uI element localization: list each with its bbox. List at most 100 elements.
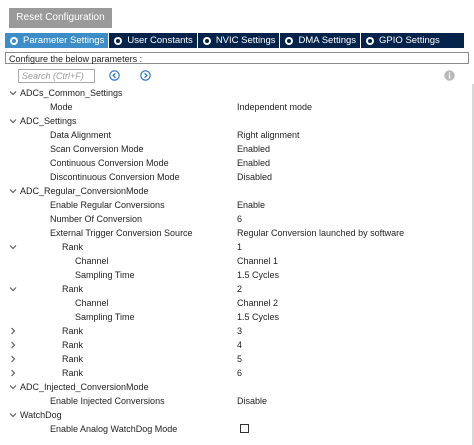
tab-label: GPIO Settings bbox=[379, 35, 440, 46]
param-label: Enable Analog WatchDog Mode bbox=[50, 424, 178, 434]
group-label: WatchDog bbox=[20, 410, 62, 420]
tab-gpio-settings[interactable]: GPIO Settings bbox=[360, 33, 444, 48]
param-label: Rank bbox=[62, 340, 84, 350]
tree-param-row[interactable]: Continuous Conversion Mode Enabled bbox=[0, 156, 474, 170]
tree-group-row[interactable]: ADC_Injected_ConversionMode bbox=[0, 380, 474, 394]
tree-param-row[interactable]: Discontinuous Conversion Mode Disabled bbox=[0, 170, 474, 184]
chevron-right-icon[interactable] bbox=[9, 369, 17, 377]
tree-param-row[interactable]: Data Alignment Right alignment bbox=[0, 128, 474, 142]
tab-user-constants[interactable]: User Constants bbox=[108, 33, 196, 48]
tree-group-row[interactable]: WatchDog bbox=[0, 408, 474, 422]
param-value[interactable]: Channel 1 bbox=[237, 254, 278, 268]
tree-group-row[interactable]: Rank 2 bbox=[0, 282, 474, 296]
tab-dma-settings[interactable]: DMA Settings bbox=[279, 33, 360, 48]
chevron-right-icon[interactable] bbox=[9, 327, 17, 335]
param-value[interactable]: Enable bbox=[237, 198, 265, 212]
param-value[interactable]: Enabled bbox=[237, 156, 270, 170]
tree-group-row[interactable]: ADC_Regular_ConversionMode bbox=[0, 184, 474, 198]
chevron-down-icon[interactable] bbox=[9, 285, 17, 293]
tab-dot-icon bbox=[10, 36, 18, 45]
tab-label: NVIC Settings bbox=[215, 35, 276, 46]
param-value[interactable]: Enabled bbox=[237, 142, 270, 156]
param-value[interactable]: Independent mode bbox=[237, 100, 312, 114]
param-value[interactable]: 6 bbox=[237, 212, 242, 226]
tree-param-row[interactable]: Enable Analog WatchDog Mode bbox=[0, 422, 474, 436]
tree-group-row[interactable]: ADC_Settings bbox=[0, 114, 474, 128]
tab-nvic-settings[interactable]: NVIC Settings bbox=[196, 33, 280, 48]
chevron-right-icon[interactable] bbox=[9, 341, 17, 349]
tree-param-row[interactable]: Sampling Time 1.5 Cycles bbox=[0, 310, 474, 324]
chevron-down-icon[interactable] bbox=[9, 117, 17, 125]
tab-dot-icon bbox=[366, 36, 375, 45]
param-label: Continuous Conversion Mode bbox=[50, 158, 169, 168]
tree-group-row[interactable]: Rank 6 bbox=[0, 366, 474, 380]
tree-group-row[interactable]: Rank 5 bbox=[0, 352, 474, 366]
param-label: Sampling Time bbox=[75, 270, 135, 280]
param-value[interactable]: 1 bbox=[237, 240, 242, 254]
reset-configuration-button[interactable]: Reset Configuration bbox=[9, 8, 112, 28]
tab-dot-icon bbox=[202, 36, 211, 45]
param-value[interactable]: 3 bbox=[237, 324, 242, 338]
param-label: Rank bbox=[62, 368, 84, 378]
param-value[interactable]: Channel 2 bbox=[237, 296, 278, 310]
tree-param-row[interactable]: Scan Conversion Mode Enabled bbox=[0, 142, 474, 156]
tab-dot-icon bbox=[285, 36, 294, 45]
search-input[interactable] bbox=[18, 69, 95, 83]
group-label: ADCs_Common_Settings bbox=[20, 88, 123, 98]
param-value[interactable]: 5 bbox=[237, 352, 242, 366]
tree-group-row[interactable]: ADCs_Common_Settings bbox=[0, 86, 474, 100]
chevron-down-icon[interactable] bbox=[9, 243, 17, 251]
param-label: Rank bbox=[62, 242, 84, 252]
param-label: Enable Regular Conversions bbox=[50, 200, 165, 210]
param-value[interactable]: 6 bbox=[237, 366, 242, 380]
tab-label: User Constants bbox=[127, 35, 193, 46]
tab-parameter-settings[interactable]: Parameter Settings bbox=[5, 33, 109, 48]
tree-param-row[interactable]: Enable Injected Conversions Disable bbox=[0, 394, 474, 408]
tree-param-row[interactable]: Sampling Time 1.5 Cycles bbox=[0, 268, 474, 282]
tree-group-row[interactable]: Rank 3 bbox=[0, 324, 474, 338]
group-label: ADC_Settings bbox=[20, 116, 77, 126]
param-label: Channel bbox=[75, 256, 109, 266]
tree-group-row[interactable]: Rank 1 bbox=[0, 240, 474, 254]
chevron-down-icon[interactable] bbox=[9, 89, 17, 97]
analog-watchdog-checkbox[interactable] bbox=[240, 424, 249, 433]
tree-group-row[interactable]: Rank 4 bbox=[0, 338, 474, 352]
info-icon bbox=[444, 70, 455, 81]
param-label: Rank bbox=[62, 284, 84, 294]
tree-param-row[interactable]: Number Of Conversion 6 bbox=[0, 212, 474, 226]
param-value[interactable]: Regular Conversion launched by software bbox=[237, 226, 404, 240]
param-value[interactable]: 2 bbox=[237, 282, 242, 296]
param-label: Channel bbox=[75, 298, 109, 308]
tree-param-row[interactable]: External Trigger Conversion Source Regula… bbox=[0, 226, 474, 240]
tab-label: Parameter Settings bbox=[23, 35, 105, 46]
param-label: Discontinuous Conversion Mode bbox=[50, 172, 180, 182]
param-value[interactable]: Disabled bbox=[237, 170, 272, 184]
settings-tab-bar: Parameter Settings User Constants NVIC S… bbox=[5, 33, 464, 48]
param-value[interactable]: Right alignment bbox=[237, 128, 300, 142]
group-label: ADC_Injected_ConversionMode bbox=[20, 382, 149, 392]
tree-param-row[interactable]: Channel Channel 1 bbox=[0, 254, 474, 268]
circle-chevron-right-icon[interactable] bbox=[140, 70, 151, 81]
group-label: ADC_Regular_ConversionMode bbox=[20, 186, 149, 196]
tree-param-row[interactable]: Channel Channel 2 bbox=[0, 296, 474, 310]
param-label: Number Of Conversion bbox=[50, 214, 143, 224]
tree-param-row[interactable]: Mode Independent mode bbox=[0, 100, 474, 114]
param-label: Scan Conversion Mode bbox=[50, 144, 144, 154]
param-label: Rank bbox=[62, 326, 84, 336]
param-value[interactable]: 1.5 Cycles bbox=[237, 268, 279, 282]
tab-dot-icon bbox=[114, 36, 123, 45]
param-value[interactable]: Disable bbox=[237, 394, 267, 408]
chevron-right-icon[interactable] bbox=[9, 355, 17, 363]
chevron-down-icon[interactable] bbox=[9, 187, 17, 195]
param-label: Enable Injected Conversions bbox=[50, 396, 165, 406]
chevron-down-icon[interactable] bbox=[9, 411, 17, 419]
param-label: Sampling Time bbox=[75, 312, 135, 322]
param-label: External Trigger Conversion Source bbox=[50, 228, 193, 238]
tree-param-row[interactable]: Enable Regular Conversions Enable bbox=[0, 198, 474, 212]
circle-chevron-left-icon[interactable] bbox=[109, 70, 120, 81]
tab-label: DMA Settings bbox=[298, 35, 357, 46]
param-label: Mode bbox=[50, 102, 73, 112]
chevron-down-icon[interactable] bbox=[9, 383, 17, 391]
param-value[interactable]: 1.5 Cycles bbox=[237, 310, 279, 324]
param-value[interactable]: 4 bbox=[237, 338, 242, 352]
